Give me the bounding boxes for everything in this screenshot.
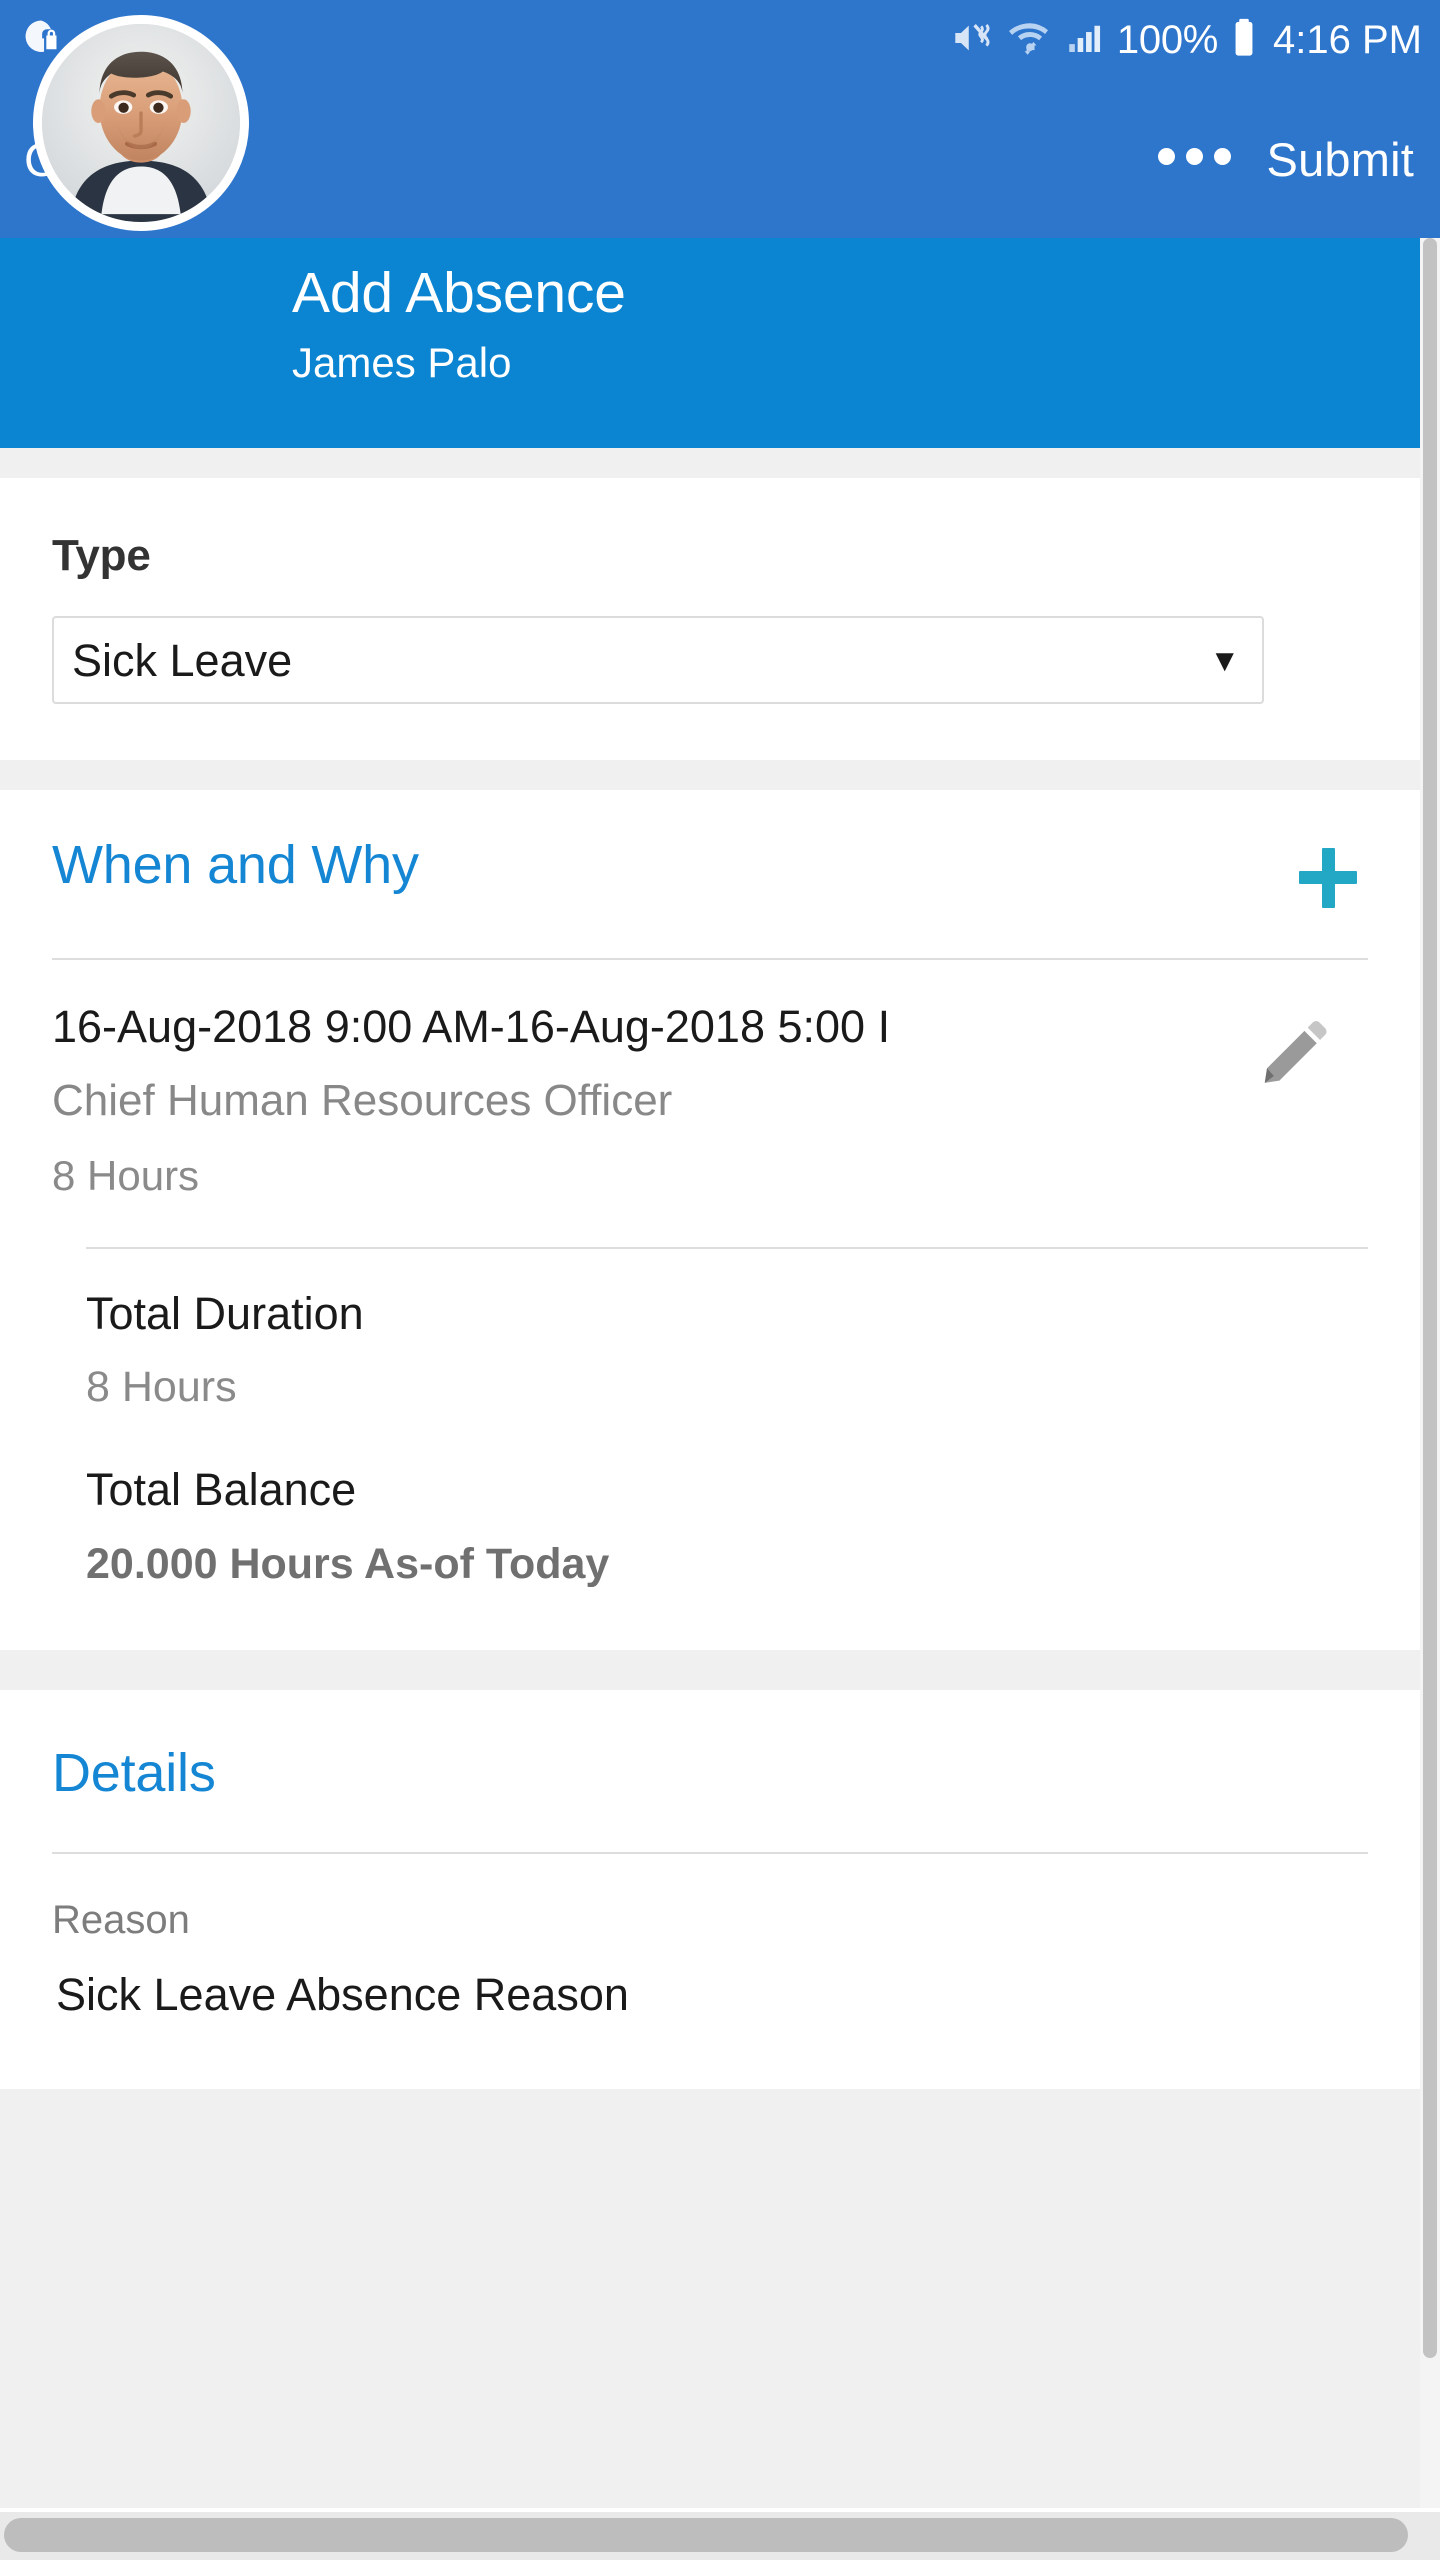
- battery-icon: [1229, 16, 1259, 65]
- horizontal-scrollbar-thumb[interactable]: [4, 2518, 1408, 2552]
- absence-entry-row[interactable]: 16-Aug-2018 9:00 AM-16-Aug-2018 5:00 I C…: [52, 960, 1368, 1199]
- details-title: Details: [52, 1743, 216, 1804]
- vertical-scrollbar-thumb[interactable]: [1423, 238, 1437, 2358]
- page-title: Add Absence: [292, 261, 626, 325]
- total-balance-value: 20.000 Hours As-of Today: [86, 1539, 610, 1588]
- details-section: Details Reason Sick Leave Absence Reason: [0, 1690, 1420, 2090]
- section-gap: [0, 2089, 1420, 2210]
- type-section: Type Sick Leave ▼: [0, 478, 1420, 760]
- overflow-dot: [1213, 147, 1231, 165]
- when-and-why-title: When and Why: [52, 835, 419, 895]
- battery-percent-label: 100%: [1116, 18, 1219, 62]
- page-header-text: Add Absence James Palo: [292, 261, 626, 388]
- absence-entry-role: Chief Human Resources Officer: [52, 1076, 673, 1126]
- section-gap: [0, 760, 1420, 790]
- reason-label: Reason: [52, 1897, 190, 1942]
- absence-entry-hours: 8 Hours: [52, 1151, 200, 1199]
- pencil-edit-icon[interactable]: [1256, 1012, 1352, 1095]
- overflow-dot: [1185, 147, 1203, 165]
- absence-entry-dates: 16-Aug-2018 9:00 AM-16-Aug-2018 5:00 I: [52, 1002, 891, 1052]
- phone-screen: 100% 4:16 PM Cancel Submit Add Absence: [0, 0, 1440, 2560]
- absence-type-select[interactable]: Sick Leave ▼: [52, 616, 1264, 704]
- horizontal-scrollbar[interactable]: [0, 2512, 1440, 2560]
- total-duration-block: Total Duration 8 Hours: [86, 1289, 1368, 1412]
- avatar[interactable]: [33, 15, 249, 231]
- total-duration-value: 8 Hours: [86, 1363, 237, 1412]
- plus-icon[interactable]: [1296, 846, 1360, 910]
- employee-avatar-photo: [42, 24, 240, 222]
- section-gap: [0, 448, 1420, 478]
- overflow-dot: [1157, 147, 1175, 165]
- status-bar-clock: 4:16 PM: [1273, 18, 1422, 62]
- vertical-scrollbar[interactable]: [1420, 238, 1440, 2508]
- type-label: Type: [52, 531, 151, 580]
- when-and-why-header: When and Why: [52, 790, 1368, 910]
- absence-totals: Total Duration 8 Hours Total Balance 20.…: [52, 1249, 1368, 1651]
- details-header: Details: [52, 1690, 1368, 1803]
- total-balance-block: Total Balance 20.000 Hours As-of Today: [86, 1465, 1368, 1588]
- page-header: Add Absence James Palo: [0, 238, 1420, 448]
- reason-value[interactable]: Sick Leave Absence Reason: [56, 1970, 1368, 2020]
- absence-entry-text: 16-Aug-2018 9:00 AM-16-Aug-2018 5:00 I C…: [52, 1002, 1256, 1199]
- divider: [52, 1851, 1368, 1854]
- employee-name: James Palo: [292, 338, 512, 386]
- chevron-down-icon: ▼: [1209, 642, 1240, 678]
- overflow-menu-icon[interactable]: [1157, 147, 1231, 171]
- nav-bar-actions: Submit: [1157, 132, 1414, 187]
- wifi-icon: [1007, 17, 1053, 64]
- cellular-signal-icon: [1064, 17, 1106, 64]
- submit-button[interactable]: Submit: [1267, 132, 1414, 187]
- absence-type-value: Sick Leave: [72, 634, 293, 686]
- when-and-why-section: When and Why 16-Aug-2018 9:00 AM-16-Aug-…: [0, 790, 1420, 1651]
- volume-mute-vibrate-icon: [950, 15, 996, 66]
- total-balance-label: Total Balance: [86, 1464, 357, 1516]
- status-bar-right-cluster: 100% 4:16 PM: [950, 15, 1422, 66]
- total-duration-label: Total Duration: [86, 1287, 364, 1339]
- form-scroll-area[interactable]: Type Sick Leave ▼ When and Why 16-Aug-20…: [0, 448, 1420, 2508]
- section-gap: [0, 1650, 1420, 1691]
